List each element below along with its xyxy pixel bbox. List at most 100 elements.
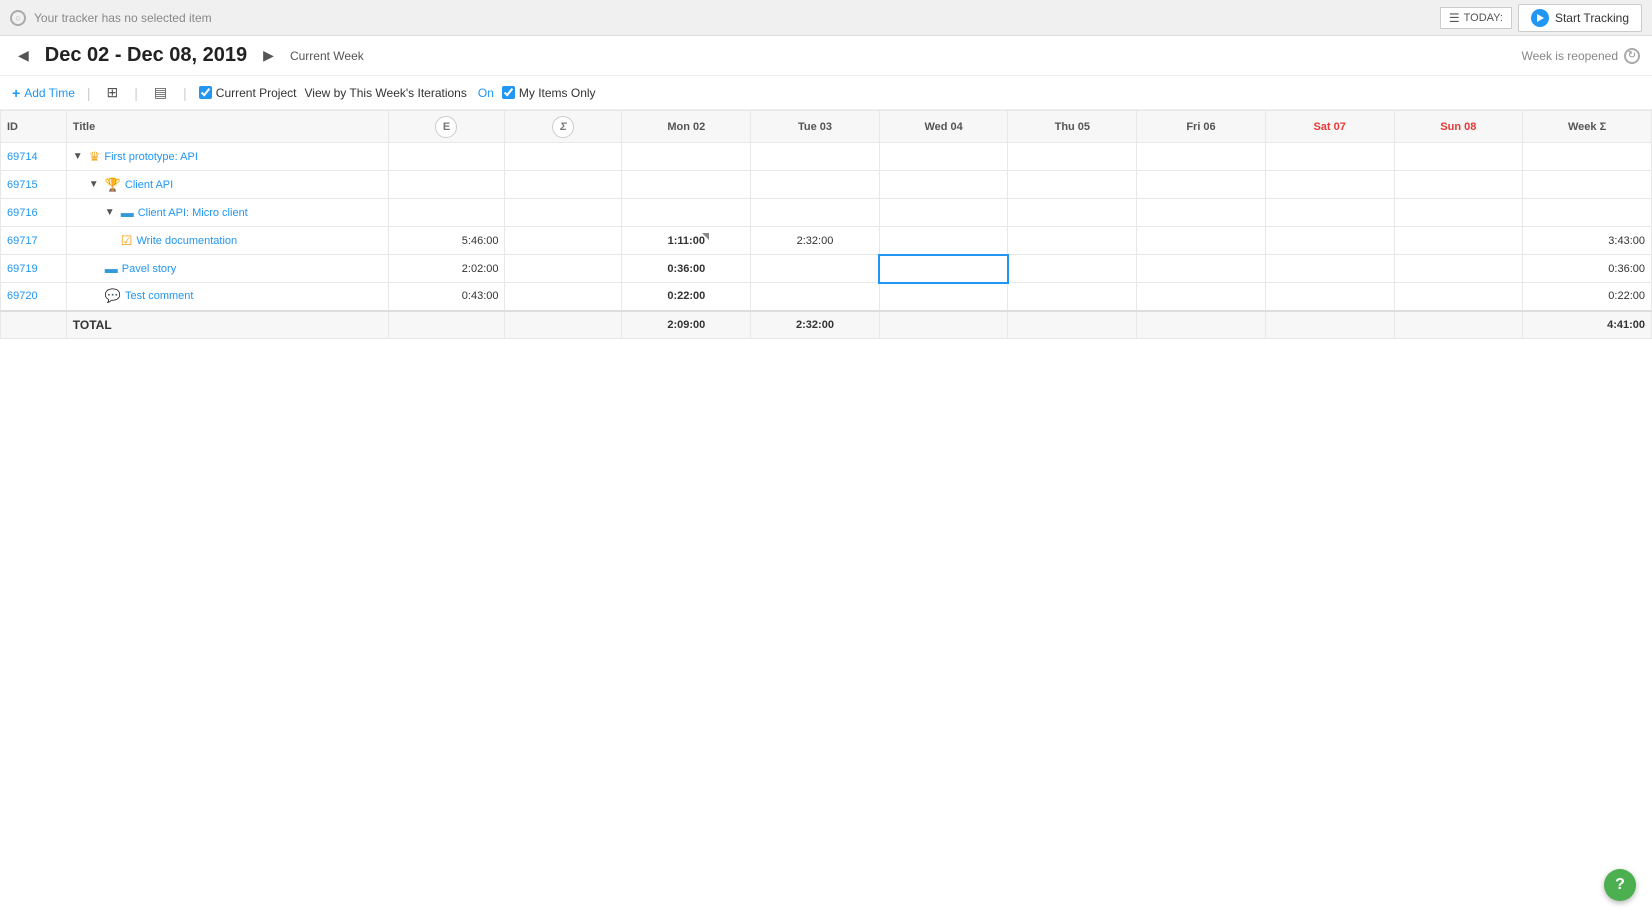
total-sun <box>1394 311 1523 339</box>
start-tracking-label: Start Tracking <box>1555 11 1629 25</box>
row-sun[interactable] <box>1394 283 1523 311</box>
row-mon[interactable]: 0:22:00 <box>622 283 751 311</box>
row-sun[interactable] <box>1394 171 1523 199</box>
row-thu[interactable] <box>1008 283 1137 311</box>
header-tue: Tue 03 <box>751 111 880 143</box>
row-tue[interactable] <box>751 255 880 283</box>
header-id: ID <box>1 111 67 143</box>
row-tue[interactable] <box>751 171 880 199</box>
time-table: ID Title E Σ Mon 02 Tue 03 Wed 04 Thu 05… <box>0 110 1652 339</box>
row-sun[interactable] <box>1394 255 1523 283</box>
row-thu[interactable] <box>1008 227 1137 255</box>
list-icon: ☰ <box>1449 11 1460 25</box>
item-id-link[interactable]: 69716 <box>7 207 38 219</box>
table-row: 69715 ▼ 🏆 Client API <box>1 171 1652 199</box>
row-wed[interactable] <box>879 143 1008 171</box>
header-week-sigma: Week Σ <box>1523 111 1652 143</box>
row-sat[interactable] <box>1265 171 1394 199</box>
row-mon[interactable] <box>622 171 751 199</box>
row-mon[interactable]: 0:36:00 <box>622 255 751 283</box>
tree-expand-icon[interactable]: ▼ <box>73 151 83 162</box>
row-wed[interactable] <box>879 199 1008 227</box>
item-title-link[interactable]: First prototype: API <box>104 151 198 163</box>
item-id-link[interactable]: 69714 <box>7 151 38 163</box>
row-title: 💬 Test comment <box>66 283 388 311</box>
help-button[interactable]: ? <box>1604 869 1636 901</box>
prev-week-button[interactable]: ◀ <box>12 45 35 66</box>
header-fri: Fri 06 <box>1137 111 1266 143</box>
row-mon[interactable] <box>622 143 751 171</box>
row-tue[interactable] <box>751 199 880 227</box>
row-thu[interactable] <box>1008 171 1137 199</box>
current-project-checkbox[interactable] <box>199 86 212 99</box>
row-sat[interactable] <box>1265 283 1394 311</box>
item-title-link[interactable]: Pavel story <box>122 263 176 275</box>
row-sat[interactable] <box>1265 143 1394 171</box>
row-sun[interactable] <box>1394 227 1523 255</box>
tree-expand-icon[interactable]: ▼ <box>105 207 115 218</box>
row-sat[interactable] <box>1265 199 1394 227</box>
tracker-message: Your tracker has no selected item <box>34 11 212 25</box>
layout-icon-button[interactable]: ▤ <box>150 82 171 103</box>
sigma-circle-btn[interactable]: Σ <box>552 116 574 138</box>
row-mon[interactable] <box>622 199 751 227</box>
add-time-button[interactable]: + Add Time <box>12 85 75 101</box>
row-wed[interactable] <box>879 283 1008 311</box>
row-week-sigma <box>1523 143 1652 171</box>
item-id-link[interactable]: 69720 <box>7 290 38 302</box>
e-circle-btn[interactable]: E <box>435 116 457 138</box>
reopen-icon[interactable]: ↻ <box>1624 48 1640 64</box>
item-id-link[interactable]: 69717 <box>7 235 38 247</box>
row-e: 5:46:00 <box>388 227 505 255</box>
row-fri[interactable] <box>1137 199 1266 227</box>
my-items-only-checkbox-label[interactable]: My Items Only <box>502 86 596 100</box>
separator-2: | <box>130 85 142 101</box>
grid-icon-button[interactable]: ⊞ <box>103 82 123 103</box>
row-week-sigma <box>1523 199 1652 227</box>
row-tue[interactable]: 2:32:00 <box>751 227 880 255</box>
next-week-button[interactable]: ▶ <box>257 45 280 66</box>
crown-icon: ♛ <box>89 149 101 165</box>
start-tracking-button[interactable]: Start Tracking <box>1518 4 1642 32</box>
item-id-link[interactable]: 69715 <box>7 179 38 191</box>
row-thu[interactable] <box>1008 255 1137 283</box>
today-button[interactable]: ☰ TODAY: <box>1440 7 1512 29</box>
row-fri[interactable] <box>1137 255 1266 283</box>
item-id-link[interactable]: 69719 <box>7 263 38 275</box>
row-sigma <box>505 227 622 255</box>
row-wed[interactable] <box>879 255 1008 283</box>
row-fri[interactable] <box>1137 227 1266 255</box>
separator-1: | <box>83 85 95 101</box>
item-title-link[interactable]: Client API: Micro client <box>138 207 248 219</box>
row-tue[interactable] <box>751 283 880 311</box>
row-tue[interactable] <box>751 143 880 171</box>
row-fri[interactable] <box>1137 143 1266 171</box>
row-fri[interactable] <box>1137 171 1266 199</box>
row-wed[interactable] <box>879 171 1008 199</box>
top-bar-right: ☰ TODAY: Start Tracking <box>1440 4 1642 32</box>
row-thu[interactable] <box>1008 143 1137 171</box>
item-title-link[interactable]: Test comment <box>125 290 193 302</box>
total-sat <box>1265 311 1394 339</box>
row-sun[interactable] <box>1394 199 1523 227</box>
total-thu <box>1008 311 1137 339</box>
table-row: 69714 ▼ ♛ First prototype: API <box>1 143 1652 171</box>
item-title-link[interactable]: Write documentation <box>136 235 237 247</box>
row-thu[interactable] <box>1008 199 1137 227</box>
row-sat[interactable] <box>1265 255 1394 283</box>
current-project-checkbox-label[interactable]: Current Project <box>199 86 297 100</box>
my-items-only-checkbox[interactable] <box>502 86 515 99</box>
header-title: Title <box>66 111 388 143</box>
row-mon[interactable]: 1:11:00 <box>622 227 751 255</box>
tree-expand-icon[interactable]: ▼ <box>89 179 99 190</box>
row-wed[interactable] <box>879 227 1008 255</box>
row-sun[interactable] <box>1394 143 1523 171</box>
row-week-sigma: 0:22:00 <box>1523 283 1652 311</box>
view-by-on-badge: On <box>478 86 494 100</box>
total-fri <box>1137 311 1266 339</box>
row-sat[interactable] <box>1265 227 1394 255</box>
item-title-link[interactable]: Client API <box>125 179 173 191</box>
play-icon <box>1531 9 1549 27</box>
row-fri[interactable] <box>1137 283 1266 311</box>
row-title: ☑ Write documentation <box>66 227 388 255</box>
